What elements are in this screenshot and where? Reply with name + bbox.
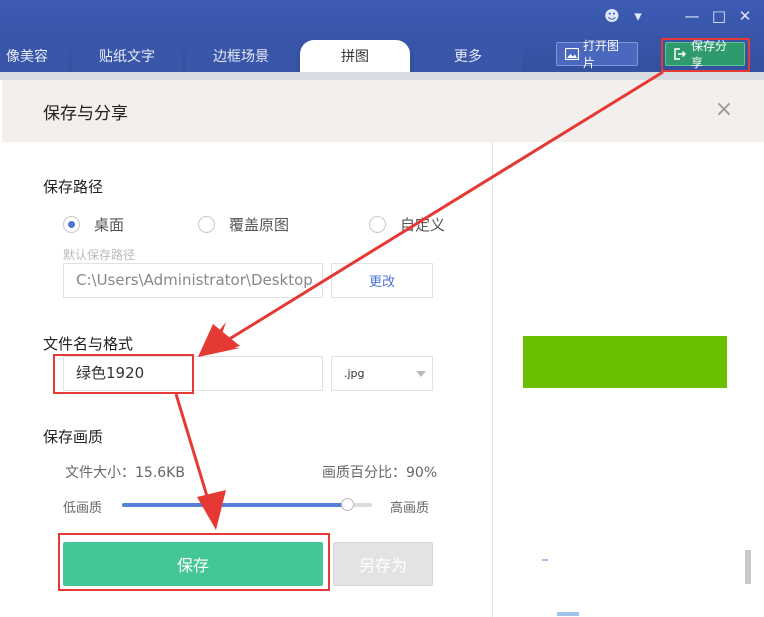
save-path-label: 保存路径 (43, 178, 104, 196)
save-path-input[interactable]: C:\Users\Administrator\Desktop (63, 263, 323, 298)
quality-slider-handle[interactable] (341, 498, 354, 511)
save-quality-label: 保存画质 (43, 428, 104, 446)
tab-frames-scenes[interactable]: 边框场景 (186, 40, 296, 72)
tab-label: 边框场景 (213, 49, 269, 65)
quality-percent-text: 画质百分比：90% (322, 465, 438, 481)
radio-overwrite-original[interactable]: 覆盖原图 (198, 214, 289, 235)
image-icon (565, 48, 579, 60)
chevron-down-icon (416, 371, 426, 377)
preview-decoration (542, 559, 548, 561)
minimize-icon[interactable]: — (683, 7, 701, 25)
scrollbar-handle[interactable] (745, 550, 751, 584)
tab-more[interactable]: 更多 (414, 40, 522, 72)
image-preview (523, 336, 727, 388)
tab-label: 贴纸文字 (99, 49, 155, 65)
radio-desktop[interactable]: 桌面 (63, 214, 124, 235)
radio-label: 桌面 (94, 216, 125, 234)
file-size-text: 文件大小：15.6KB (65, 465, 185, 481)
close-icon[interactable]: × (714, 99, 734, 121)
high-quality-label: 高画质 (390, 501, 430, 516)
highlight-save-share (661, 38, 750, 72)
highlight-filename (53, 354, 194, 394)
dialog-title: 保存与分享 (43, 104, 128, 124)
feedback-icon[interactable]: ☻ (603, 7, 621, 25)
radio-label: 自定义 (400, 216, 446, 234)
app-toolbar: ☻ ▾ — □ ✕ 像美容 贴纸文字 边框场景 拼图 更多 打开图片 保存分享 (0, 0, 764, 72)
filename-format-label: 文件名与格式 (43, 335, 134, 353)
menu-dropdown-icon[interactable]: ▾ (629, 7, 647, 25)
toolbar-shadow (0, 72, 764, 80)
radio-circle (63, 216, 80, 233)
quality-slider-fill (122, 503, 347, 507)
open-image-label: 打开图片 (583, 39, 620, 70)
close-window-icon[interactable]: ✕ (736, 7, 754, 25)
radio-label: 覆盖原图 (229, 216, 290, 234)
tab-collage[interactable]: 拼图 (300, 40, 410, 72)
quality-slider[interactable] (122, 498, 372, 511)
format-value: .jpg (344, 367, 365, 380)
dialog-header: 保存与分享 × (2, 80, 764, 142)
radio-circle (369, 216, 386, 233)
tab-label: 拼图 (341, 49, 369, 65)
low-quality-label: 低画质 (63, 501, 103, 516)
preview-decoration (557, 612, 579, 616)
radio-circle (198, 216, 215, 233)
radio-custom[interactable]: 自定义 (369, 214, 445, 235)
panel-divider (492, 142, 493, 617)
tab-label: 像美容 (6, 49, 48, 65)
open-image-button[interactable]: 打开图片 (556, 39, 638, 70)
maximize-icon[interactable]: □ (710, 7, 728, 25)
tab-stickers-text[interactable]: 贴纸文字 (72, 40, 182, 72)
tab-beauty[interactable]: 像美容 (0, 40, 68, 72)
save-as-button[interactable]: 另存为 (333, 542, 433, 586)
change-path-button[interactable]: 更改 (331, 263, 433, 298)
default-path-hint: 默认保存路径 (63, 248, 136, 262)
tab-label: 更多 (454, 49, 482, 65)
format-select[interactable]: .jpg (331, 356, 433, 391)
highlight-save-button (58, 533, 330, 591)
